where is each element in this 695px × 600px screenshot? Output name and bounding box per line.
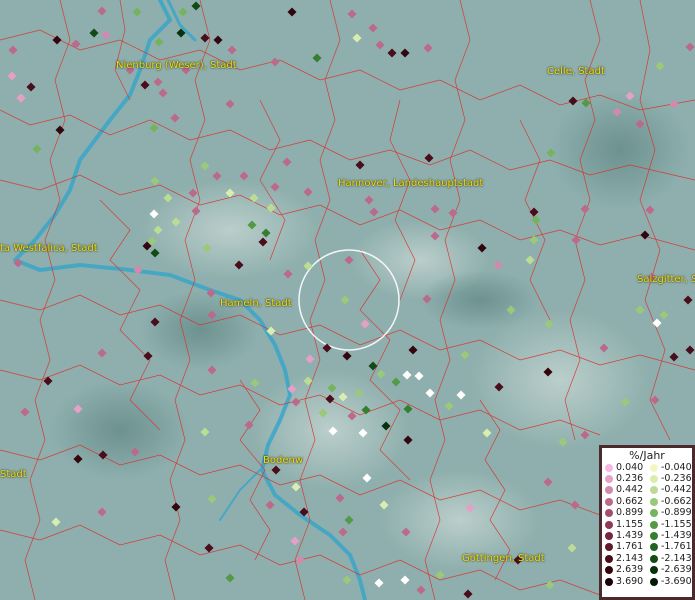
city-label-salzgitter: Salzgitter, St bbox=[637, 274, 695, 285]
legend-swatch bbox=[605, 486, 613, 495]
legend-swatch bbox=[650, 532, 658, 541]
legend-value: -1.439 bbox=[661, 530, 692, 542]
legend-swatch bbox=[605, 509, 613, 518]
legend-value: 0.236 bbox=[616, 473, 644, 485]
legend-value: 1.439 bbox=[616, 530, 644, 542]
city-label-celle: Celle, Stadt bbox=[547, 66, 605, 77]
legend-value: 0.662 bbox=[616, 495, 644, 507]
legend-entry: 3.690 bbox=[602, 575, 647, 587]
legend-row: 0.662 -0.662 bbox=[602, 496, 692, 507]
legend-swatch bbox=[650, 463, 658, 472]
legend-swatch bbox=[605, 532, 613, 541]
legend-entry: -0.442 bbox=[647, 485, 692, 495]
legend-row: 2.143 -2.143 bbox=[602, 553, 692, 564]
legend-entry: -0.040 bbox=[647, 461, 692, 473]
legend-swatch bbox=[650, 543, 658, 552]
legend-rows: 0.040 -0.040 0.236 -0.236 0.442 -0.442 0.662 -0… bbox=[602, 462, 692, 587]
legend-swatch bbox=[650, 497, 658, 506]
legend-entry: -0.236 bbox=[647, 474, 692, 484]
legend-value: 0.899 bbox=[616, 507, 644, 519]
legend-swatch bbox=[605, 463, 613, 472]
legend-value: -2.639 bbox=[661, 564, 692, 576]
legend-value: 0.040 bbox=[616, 461, 644, 473]
legend-entry: 1.439 bbox=[602, 531, 647, 541]
legend-entry: -1.155 bbox=[647, 518, 692, 530]
legend-entry: -0.662 bbox=[647, 495, 692, 507]
legend-swatch bbox=[605, 554, 613, 563]
legend-row: 3.690 -3.690 bbox=[602, 576, 692, 587]
legend-entry: 1.155 bbox=[602, 518, 647, 530]
legend-value: -0.040 bbox=[661, 461, 692, 473]
city-label-nienburg: Nienburg (Weser), Stadt bbox=[116, 60, 237, 71]
legend-entry: -0.899 bbox=[647, 508, 692, 518]
legend-value: 2.143 bbox=[616, 552, 644, 564]
legend-value: -0.236 bbox=[661, 473, 692, 485]
legend-value: -1.155 bbox=[661, 518, 692, 530]
legend-entry: 0.899 bbox=[602, 508, 647, 518]
city-label-stadt: Stadt bbox=[0, 469, 27, 480]
legend: %/Jahr 0.040 -0.040 0.236 -0.236 0.442 -0.442… bbox=[599, 445, 695, 600]
legend-swatch bbox=[650, 554, 658, 563]
legend-swatch bbox=[605, 543, 613, 552]
legend-value: -2.143 bbox=[661, 552, 692, 564]
legend-value: -0.442 bbox=[661, 484, 692, 496]
city-label-hannover: Hannover, Landeshauptstadt bbox=[338, 178, 484, 189]
legend-value: 3.690 bbox=[616, 575, 644, 587]
legend-row: 1.439 -1.439 bbox=[602, 530, 692, 541]
legend-row: 0.040 -0.040 bbox=[602, 462, 692, 473]
legend-swatch bbox=[605, 566, 613, 575]
legend-row: 0.442 -0.442 bbox=[602, 485, 692, 496]
legend-entry: 2.143 bbox=[602, 552, 647, 564]
city-label-goettingen: Göttingen, Stadt bbox=[462, 553, 545, 564]
legend-entry: -2.639 bbox=[647, 565, 692, 575]
legend-row: 1.155 -1.155 bbox=[602, 519, 692, 530]
legend-swatch bbox=[650, 509, 658, 518]
legend-entry: 0.236 bbox=[602, 474, 647, 484]
legend-entry: -2.143 bbox=[647, 552, 692, 564]
legend-swatch bbox=[650, 475, 658, 484]
legend-row: 1.761 -1.761 bbox=[602, 542, 692, 553]
legend-value: 1.155 bbox=[616, 518, 644, 530]
legend-entry: -1.761 bbox=[647, 542, 692, 552]
legend-value: -0.899 bbox=[661, 507, 692, 519]
legend-value: -3.690 bbox=[661, 575, 692, 587]
legend-entry: -3.690 bbox=[647, 575, 692, 587]
legend-title: %/Jahr bbox=[629, 449, 665, 462]
legend-entry: 1.761 bbox=[602, 542, 647, 552]
legend-swatch bbox=[650, 566, 658, 575]
city-label-hameln: Hameln, Stadt bbox=[220, 298, 292, 309]
legend-value: -1.761 bbox=[661, 541, 692, 553]
legend-value: 0.442 bbox=[616, 484, 644, 496]
legend-swatch bbox=[650, 577, 658, 586]
city-label-porta-westfalica: ta Westfalica, Stadt bbox=[0, 243, 98, 254]
legend-entry: 0.040 bbox=[602, 461, 647, 473]
legend-entry: 2.639 bbox=[602, 565, 647, 575]
legend-entry: 0.442 bbox=[602, 485, 647, 495]
legend-swatch bbox=[605, 475, 613, 484]
city-label-bodenwerder: Bodenw bbox=[263, 455, 303, 466]
legend-entry: 0.662 bbox=[602, 495, 647, 507]
legend-entry: -1.439 bbox=[647, 531, 692, 541]
legend-swatch bbox=[605, 520, 613, 529]
legend-row: 0.236 -0.236 bbox=[602, 473, 692, 484]
legend-swatch bbox=[605, 497, 613, 506]
legend-swatch bbox=[650, 486, 658, 495]
legend-value: 2.639 bbox=[616, 564, 644, 576]
map-canvas[interactable] bbox=[0, 0, 695, 600]
legend-value: -0.662 bbox=[661, 495, 692, 507]
legend-row: 2.639 -2.639 bbox=[602, 565, 692, 576]
legend-swatch bbox=[605, 577, 613, 586]
legend-row: 0.899 -0.899 bbox=[602, 508, 692, 519]
legend-swatch bbox=[650, 520, 658, 529]
legend-value: 1.761 bbox=[616, 541, 644, 553]
